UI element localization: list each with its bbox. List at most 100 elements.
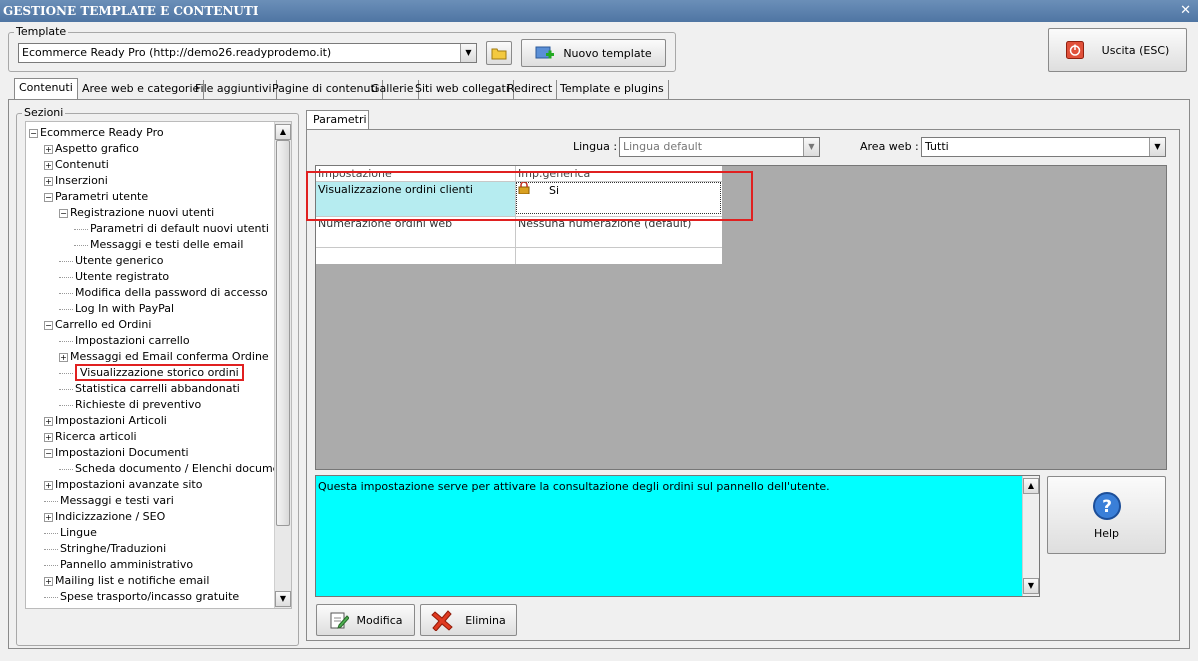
tree-item[interactable]: Impostazioni carrello [59, 333, 190, 349]
expand-icon[interactable]: + [44, 512, 53, 522]
area-select[interactable]: Tutti ▼ [921, 137, 1166, 157]
tree-item-label: Carrello ed Ordini [55, 318, 152, 331]
help-label: Help [1093, 526, 1120, 540]
tree-item[interactable]: + Impostazioni Articoli [44, 413, 167, 429]
area-label: Area web : [860, 140, 919, 153]
scroll-down-icon[interactable]: ▼ [1023, 578, 1039, 594]
chevron-down-icon[interactable]: ▼ [1149, 138, 1165, 156]
tab-parametri[interactable]: Parametri [306, 110, 369, 130]
tree-item[interactable]: Messaggi e testi delle email [74, 237, 243, 253]
tree-item-label: Registrazione nuovi utenti [70, 206, 215, 219]
collapse-icon[interactable]: − [59, 208, 68, 218]
tree-item[interactable]: Utente generico [59, 253, 164, 269]
tab-template-e-plugins[interactable]: Template e plugins [556, 80, 669, 99]
tree-item[interactable]: + Impostazioni avanzate sito [44, 477, 202, 493]
tree-item-label: Utente registrato [75, 270, 170, 283]
elimina-button[interactable]: Elimina [420, 604, 517, 636]
highlight-box [306, 171, 753, 221]
tree-item[interactable]: Pannello amministrativo [44, 557, 193, 573]
tree-item[interactable]: + Ricerca articoli [44, 429, 137, 445]
scroll-up-icon[interactable]: ▲ [275, 124, 291, 140]
collapse-icon[interactable]: − [44, 320, 53, 330]
tree-item[interactable]: Richieste di preventivo [59, 397, 201, 413]
scroll-up-icon[interactable]: ▲ [1023, 478, 1039, 494]
tree-item-label: Lingue [60, 526, 97, 539]
tree-item[interactable]: + Mailing list e notifiche email [44, 573, 209, 589]
modifica-button[interactable]: Modifica [316, 604, 415, 636]
close-icon[interactable]: ✕ [1180, 0, 1191, 22]
template-group-label: Template [14, 25, 69, 38]
template-select[interactable]: Ecommerce Ready Pro (http://demo26.ready… [18, 43, 477, 63]
open-folder-button[interactable] [486, 41, 512, 65]
tree-item[interactable]: − Ecommerce Ready Pro [29, 125, 164, 141]
description-scrollbar[interactable]: ▲ ▼ [1022, 476, 1039, 596]
tree-item[interactable]: Stringhe/Traduzioni [44, 541, 166, 557]
tree-item-label: Stringhe/Traduzioni [60, 542, 167, 555]
expand-icon[interactable]: + [44, 576, 53, 586]
tab-pagine-di-contenuti[interactable]: Pagine di contenuti [268, 80, 383, 99]
tree-item[interactable]: Modifica della password di accesso [59, 285, 268, 301]
svg-text:?: ? [1102, 497, 1112, 517]
template-selected: Ecommerce Ready Pro (http://demo26.ready… [22, 46, 332, 59]
expand-icon[interactable]: + [44, 160, 53, 170]
tree-item[interactable]: Log In with PayPal [59, 301, 174, 317]
expand-icon[interactable]: + [44, 480, 53, 490]
tree-item[interactable]: Lingue [44, 525, 97, 541]
tree-connector [59, 468, 73, 470]
tab-file-aggiuntivi[interactable]: File aggiuntivi [191, 80, 277, 99]
tree-scroll-thumb[interactable] [276, 140, 290, 526]
description-text: Questa impostazione serve per attivare l… [318, 480, 830, 493]
tree-item[interactable]: Scheda documento / Elenchi documenti [59, 461, 291, 477]
tree-connector [44, 500, 58, 502]
expand-icon[interactable]: + [44, 416, 53, 426]
tab-redirect[interactable]: Redirect [503, 80, 558, 99]
chevron-down-icon[interactable]: ▼ [803, 138, 819, 156]
tree-item[interactable]: − Parametri utente [44, 189, 148, 205]
tree-item[interactable]: Utente registrato [59, 269, 169, 285]
tree-item-label: Richieste di preventivo [75, 398, 202, 411]
tree-item[interactable]: + Messaggi ed Email conferma Ordine [59, 349, 269, 365]
tree-connector [59, 388, 73, 390]
scroll-down-icon[interactable]: ▼ [275, 591, 291, 607]
tree-item[interactable]: + Contenuti [44, 157, 109, 173]
exit-button[interactable]: Uscita (ESC) [1048, 28, 1187, 72]
window-title: GESTIONE TEMPLATE E CONTENUTI [0, 0, 1198, 22]
tree-item[interactable]: − Carrello ed Ordini [44, 317, 151, 333]
description-box: Questa impostazione serve per attivare l… [315, 475, 1040, 597]
expand-icon[interactable]: + [44, 144, 53, 154]
tree-item[interactable]: Messaggi e testi vari [44, 493, 174, 509]
new-template-button[interactable]: Nuovo template [521, 39, 666, 67]
tree-connector [59, 260, 73, 262]
expand-icon[interactable]: + [59, 352, 68, 362]
tree-item-label: Impostazioni avanzate sito [55, 478, 203, 491]
tree-item-label: Impostazioni carrello [75, 334, 190, 347]
delete-x-icon [431, 610, 453, 631]
tab-siti-web-collegati[interactable]: Siti web collegati [411, 80, 514, 99]
collapse-icon[interactable]: − [44, 192, 53, 202]
tab-contenuti[interactable]: Contenuti [14, 78, 78, 100]
tree-item[interactable]: − Registrazione nuovi utenti [59, 205, 214, 221]
lingua-select[interactable]: Lingua default ▼ [619, 137, 820, 157]
tree-item[interactable]: Spese trasporto/incasso gratuite [44, 589, 239, 605]
tree-item[interactable]: Visualizzazione storico ordini [59, 364, 244, 381]
tree-item[interactable]: + Indicizzazione / SEO [44, 509, 165, 525]
expand-icon[interactable]: + [44, 176, 53, 186]
tree-scrollbar[interactable]: ▲ ▼ [274, 122, 291, 608]
tree-item-label: Pannello amministrativo [60, 558, 194, 571]
collapse-icon[interactable]: − [44, 448, 53, 458]
tree-item[interactable]: + Aspetto grafico [44, 141, 139, 157]
collapse-icon[interactable]: − [29, 128, 38, 138]
tree-item-label: Parametri utente [55, 190, 149, 203]
help-button[interactable]: ? Help [1047, 476, 1166, 554]
tree-item[interactable]: Statistica carrelli abbandonati [59, 381, 240, 397]
tree-item-label: Contenuti [55, 158, 109, 171]
tree-item-label: Ricerca articoli [55, 430, 137, 443]
tree-item-label: Parametri di default nuovi utenti [90, 222, 269, 235]
chevron-down-icon[interactable]: ▼ [460, 44, 476, 62]
tree-item[interactable]: Parametri di default nuovi utenti [74, 221, 269, 237]
tree-item[interactable]: − Impostazioni Documenti [44, 445, 189, 461]
tree-item[interactable]: + Inserzioni [44, 173, 108, 189]
expand-icon[interactable]: + [44, 432, 53, 442]
tab-aree-web-e-categorie[interactable]: Aree web e categorie [78, 80, 205, 99]
tree-item-label: Inserzioni [55, 174, 108, 187]
